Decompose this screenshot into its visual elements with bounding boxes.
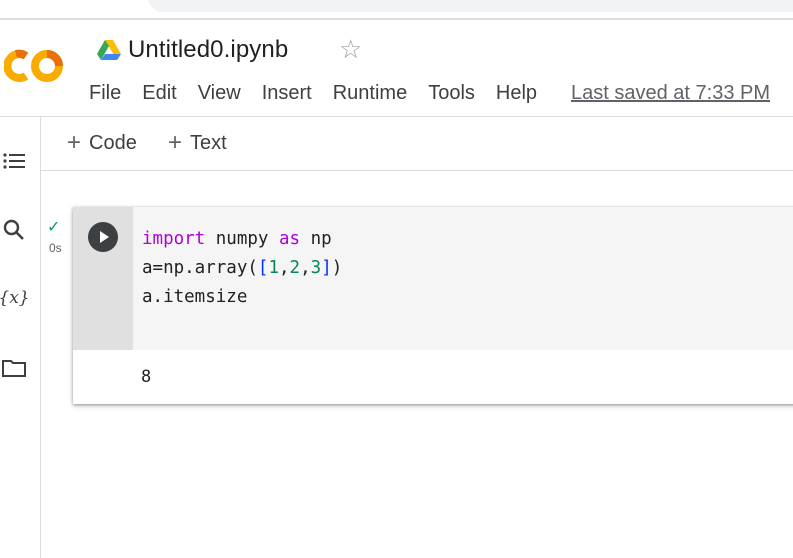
code-token: numpy (205, 229, 279, 249)
variables-icon[interactable]: {x} (0, 284, 30, 312)
folder-icon[interactable] (0, 354, 28, 382)
notebook-toolbar: + Code + Text (41, 117, 793, 171)
code-text[interactable]: import numpy as np a=np.array([1,2,3]) a.i… (142, 225, 342, 312)
plus-icon: + (168, 129, 183, 156)
play-icon[interactable] (88, 222, 118, 252)
cell-output: 8 (141, 367, 152, 387)
code-line: a.itemsize (142, 283, 342, 312)
browser-strip (0, 0, 793, 20)
address-bar-fragment (148, 0, 793, 12)
code-cell[interactable]: import numpy as np a=np.array([1,2,3]) a.i… (73, 207, 793, 404)
menu-view[interactable]: View (198, 81, 241, 105)
notebook-title[interactable]: Untitled0.ipynb (128, 36, 288, 64)
drive-icon[interactable] (97, 40, 121, 60)
menu-bar: File Edit View Insert Runtime Tools Help (89, 81, 558, 105)
star-icon[interactable]: ☆ (339, 36, 362, 62)
execution-status-check-icon: ✓ (47, 219, 61, 236)
colab-logo[interactable] (4, 48, 68, 84)
last-saved-link[interactable]: Last saved at 7:33 PM (571, 81, 770, 105)
code-token: 2 (289, 258, 301, 278)
add-text-label: Text (190, 131, 227, 154)
code-token: , (300, 258, 311, 278)
code-token: a.itemsize (142, 287, 248, 307)
left-sidebar: {x} (0, 117, 41, 558)
code-line: import numpy as np (142, 225, 342, 254)
add-text-button[interactable]: + Text (168, 131, 227, 155)
code-line: a=np.array([1,2,3]) (142, 254, 342, 283)
menu-file[interactable]: File (89, 81, 121, 105)
menu-runtime[interactable]: Runtime (333, 81, 407, 105)
notebook-header: Untitled0.ipynb ☆ File Edit View Insert … (0, 22, 793, 117)
plus-icon: + (67, 129, 82, 156)
code-token: ) (331, 258, 343, 278)
code-token: as (278, 229, 301, 249)
search-icon[interactable] (0, 216, 28, 244)
code-token: import (142, 229, 206, 249)
menu-tools[interactable]: Tools (428, 81, 475, 105)
code-token: ] (321, 258, 332, 278)
code-token: [ (257, 258, 269, 278)
execution-time: 0s (49, 241, 62, 255)
add-code-label: Code (89, 131, 137, 154)
menu-edit[interactable]: Edit (142, 81, 176, 105)
add-code-button[interactable]: + Code (67, 131, 137, 155)
code-token: 1 (268, 258, 279, 278)
code-token: np (300, 229, 332, 249)
code-token: 3 (310, 258, 322, 278)
code-token: , (279, 258, 290, 278)
menu-insert[interactable]: Insert (262, 81, 312, 105)
code-token: a=np.array( (142, 258, 258, 278)
menu-help[interactable]: Help (496, 81, 537, 105)
toc-icon[interactable] (0, 147, 28, 175)
cell-gutter (73, 207, 133, 350)
